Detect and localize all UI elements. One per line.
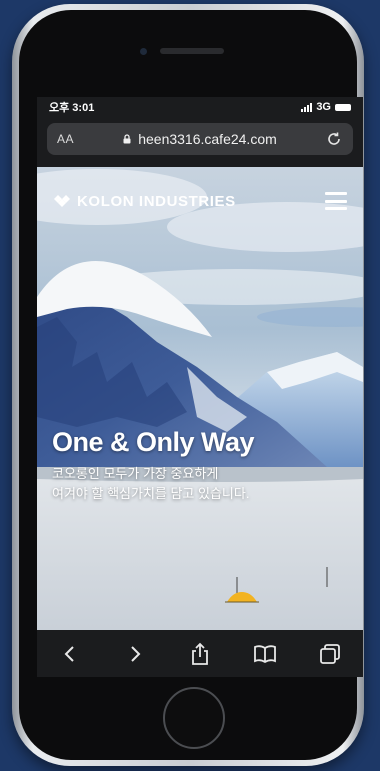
address-bar[interactable]: AA heen3316.cafe24.com	[47, 123, 353, 155]
hero-section: KOLON INDUSTRIES One & Only Way 코오롱인 모두가…	[37, 167, 363, 630]
hamburger-menu-icon[interactable]	[325, 192, 347, 210]
status-indicators: 3G	[301, 101, 351, 113]
status-time: 오후 3:01	[49, 102, 95, 114]
lock-icon	[123, 134, 131, 144]
browser-toolbar	[37, 630, 363, 677]
url-text: heen3316.cafe24.com	[138, 131, 277, 147]
tent-image	[225, 592, 259, 603]
network-type: 3G	[316, 101, 331, 113]
bookmarks-icon[interactable]	[252, 641, 278, 667]
hero-subtitle: 코오롱인 모두가 가장 중요하게 여겨야 할 핵심가치를 담고 있습니다.	[52, 464, 332, 504]
hero-subtitle-line1: 코오롱인 모두가 가장 중요하게	[52, 466, 219, 481]
site-header: KOLON INDUSTRIES	[53, 189, 347, 213]
earpiece-speaker	[160, 48, 224, 54]
browser-address-area: AA heen3316.cafe24.com	[37, 117, 363, 167]
hero-subtitle-line2: 여겨야 할 핵심가치를 담고 있습니다.	[52, 486, 250, 501]
text-size-button[interactable]: AA	[57, 132, 74, 146]
tabs-icon[interactable]	[317, 641, 343, 667]
signal-icon	[301, 102, 313, 112]
brand-name: KOLON INDUSTRIES	[77, 192, 236, 210]
brand-logo[interactable]: KOLON INDUSTRIES	[53, 193, 236, 210]
home-button[interactable]	[163, 687, 225, 749]
reload-icon[interactable]	[325, 130, 343, 148]
battery-icon	[335, 103, 351, 111]
front-camera	[140, 48, 147, 55]
url-display[interactable]: heen3316.cafe24.com	[122, 131, 277, 147]
hero-title: One & Only Way	[52, 427, 255, 457]
hero-headline: One & Only Way 코오롱인 모두가 가장 중요하게 여겨야 할 핵심…	[52, 427, 332, 504]
kolon-logo-icon	[54, 195, 70, 207]
share-icon[interactable]	[187, 641, 213, 667]
phone-screen: 오후 3:01 3G AA heen3316.cafe24.com KOLON …	[37, 97, 363, 677]
forward-icon[interactable]	[122, 641, 148, 667]
mountain-landscape-image	[37, 167, 363, 630]
status-bar: 오후 3:01 3G	[37, 97, 363, 117]
back-icon[interactable]	[57, 641, 83, 667]
